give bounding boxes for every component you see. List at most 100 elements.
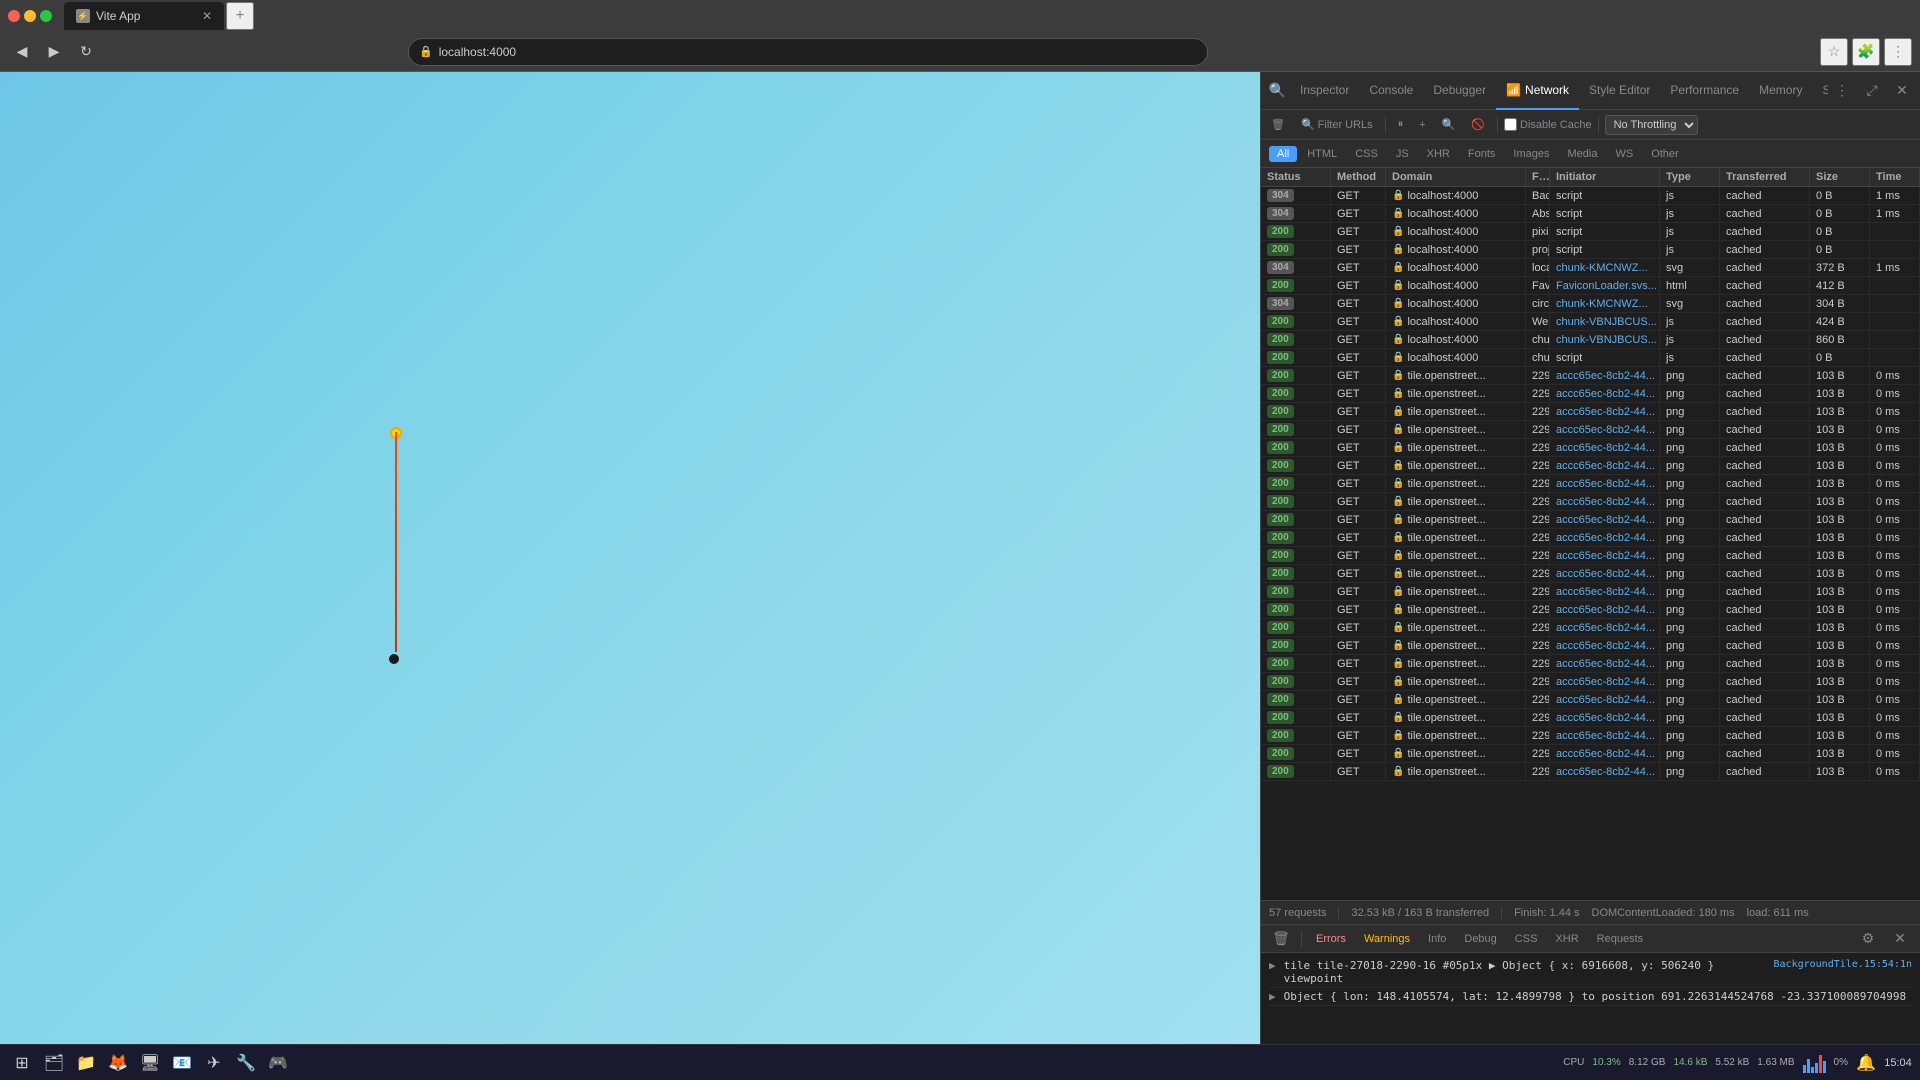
table-row[interactable]: 200 GET 🔒 tile.openstreet... 2293.png ac… xyxy=(1261,565,1920,583)
forward-button[interactable]: ▶ xyxy=(40,38,68,66)
tab-performance[interactable]: Performance xyxy=(1660,72,1749,110)
taskbar-tools-icon[interactable]: 🔧 xyxy=(232,1049,260,1077)
initiator-link[interactable]: accc65ec-8cb2-44... xyxy=(1556,388,1655,400)
taskbar-terminal-icon[interactable]: 🖥 xyxy=(136,1049,164,1077)
table-row[interactable]: 200 GET 🔒 localhost:4000 proj4.js?v=118f… xyxy=(1261,241,1920,259)
table-row[interactable]: 304 GET 🔒 localhost:4000 BackgroundTile.… xyxy=(1261,187,1920,205)
table-row[interactable]: 200 GET 🔒 tile.openstreet... 2291.png ac… xyxy=(1261,385,1920,403)
table-row[interactable]: 200 GET 🔒 tile.openstreet... 2293.png ac… xyxy=(1261,529,1920,547)
console-source-1[interactable]: BackgroundTile.15:54:1n xyxy=(1774,959,1912,970)
pause-button[interactable]: ⏸ xyxy=(1392,116,1410,133)
initiator-link[interactable]: accc65ec-8cb2-44... xyxy=(1556,568,1655,580)
table-row[interactable]: 200 GET 🔒 tile.openstreet... 2290.png ac… xyxy=(1261,367,1920,385)
filter-tab-xhr[interactable]: XHR xyxy=(1419,146,1458,162)
initiator-link[interactable]: accc65ec-8cb2-44... xyxy=(1556,640,1655,652)
new-tab-button[interactable]: + xyxy=(226,2,254,30)
tab-console[interactable]: Console xyxy=(1359,72,1423,110)
table-row[interactable]: 200 GET 🔒 localhost:4000 WebGLRenderer-K… xyxy=(1261,313,1920,331)
table-row[interactable]: 200 GET 🔒 tile.openstreet... 2292.png ac… xyxy=(1261,547,1920,565)
active-tab[interactable]: ⚡ Vite App ✕ xyxy=(64,2,224,30)
disable-cache-toggle[interactable]: Disable Cache xyxy=(1504,118,1592,131)
extensions-button[interactable]: 🧩 xyxy=(1852,38,1880,66)
initiator-link[interactable]: accc65ec-8cb2-44... xyxy=(1556,604,1655,616)
expand-icon-2[interactable]: ▶ xyxy=(1269,990,1276,1003)
initiator-link[interactable]: accc65ec-8cb2-44... xyxy=(1556,442,1655,454)
table-row[interactable]: 200 GET 🔒 tile.openstreet... 2293.png ac… xyxy=(1261,637,1920,655)
menu-button[interactable]: ⋮ xyxy=(1884,38,1912,66)
taskbar-mail-icon[interactable]: 📧 xyxy=(168,1049,196,1077)
console-tab-css[interactable]: CSS xyxy=(1507,931,1546,947)
initiator-link[interactable]: FaviconLoader.svs... xyxy=(1556,280,1657,292)
table-row[interactable]: 200 GET 🔒 tile.openstreet... 2292.png ac… xyxy=(1261,493,1920,511)
devtools-more-button[interactable]: ⋮ xyxy=(1828,77,1856,105)
devtools-inspector-icon[interactable]: 🔍 xyxy=(1265,77,1290,105)
initiator-link[interactable]: accc65ec-8cb2-44... xyxy=(1556,586,1655,598)
tab-close-button[interactable]: ✕ xyxy=(202,9,212,23)
table-row[interactable]: 200 GET 🔒 tile.openstreet... 2293.png ac… xyxy=(1261,421,1920,439)
table-row[interactable]: 200 GET 🔒 localhost:4000 chunk-KL4G23MSJ… xyxy=(1261,331,1920,349)
disable-cache-checkbox[interactable] xyxy=(1504,118,1517,131)
table-row[interactable]: 200 GET 🔒 tile.openstreet... 2292.png ac… xyxy=(1261,655,1920,673)
console-tab-requests[interactable]: Requests xyxy=(1589,931,1651,947)
initiator-link[interactable]: accc65ec-8cb2-44... xyxy=(1556,658,1655,670)
filter-network-button[interactable]: 🔍 Filter URLs xyxy=(1295,116,1379,133)
initiator-link[interactable]: accc65ec-8cb2-44... xyxy=(1556,622,1655,634)
console-tab-errors[interactable]: Errors xyxy=(1308,931,1354,947)
table-row[interactable]: 304 GET 🔒 localhost:4000 circle.svg chun… xyxy=(1261,295,1920,313)
console-tab-debug[interactable]: Debug xyxy=(1456,931,1504,947)
initiator-link[interactable]: accc65ec-8cb2-44... xyxy=(1556,550,1655,562)
initiator-link[interactable]: chunk-KMCNWZ... xyxy=(1556,298,1648,310)
filter-tab-fonts[interactable]: Fonts xyxy=(1460,146,1504,162)
taskbar-files-icon[interactable]: 🗂 xyxy=(40,1049,68,1077)
table-row[interactable]: 200 GET 🔒 tile.openstreet... 2290.png ac… xyxy=(1261,763,1920,781)
table-row[interactable]: 200 GET 🔒 localhost:4000 FaviconLoader.s… xyxy=(1261,277,1920,295)
expand-icon-1[interactable]: ▶ xyxy=(1269,959,1276,972)
table-row[interactable]: 200 GET 🔒 tile.openstreet... 2291.png ac… xyxy=(1261,511,1920,529)
console-tab-xhr[interactable]: XHR xyxy=(1547,931,1586,947)
table-row[interactable]: 200 GET 🔒 tile.openstreet... 2290.png ac… xyxy=(1261,619,1920,637)
table-row[interactable]: 200 GET 🔒 tile.openstreet... 2291.png ac… xyxy=(1261,673,1920,691)
taskbar-chat-icon[interactable]: ✈ xyxy=(200,1049,228,1077)
table-row[interactable]: 200 GET 🔒 tile.openstreet... 2291.png ac… xyxy=(1261,439,1920,457)
taskbar-browser-icon[interactable]: 📁 xyxy=(72,1049,100,1077)
table-row[interactable]: 200 GET 🔒 tile.openstreet... 2292.png ac… xyxy=(1261,727,1920,745)
table-row[interactable]: 200 GET 🔒 tile.openstreet... 2291.png ac… xyxy=(1261,745,1920,763)
reload-button[interactable]: ↻ xyxy=(72,38,100,66)
table-row[interactable]: 200 GET 🔒 tile.openstreet... 2292.png ac… xyxy=(1261,583,1920,601)
tab-style-editor[interactable]: Style Editor xyxy=(1579,72,1660,110)
filter-tab-html[interactable]: HTML xyxy=(1299,146,1345,162)
clock-icon[interactable]: 15:04 xyxy=(1884,1049,1912,1077)
filter-tab-media[interactable]: Media xyxy=(1559,146,1605,162)
close-button[interactable] xyxy=(8,10,20,22)
taskbar-apps-button[interactable]: ⊞ xyxy=(8,1049,36,1077)
address-bar[interactable]: 🔒 localhost:4000 xyxy=(408,38,1208,66)
filter-tab-js[interactable]: JS xyxy=(1388,146,1417,162)
table-row[interactable]: 200 GET 🔒 localhost:4000 chunk-LL3SYRWli… xyxy=(1261,349,1920,367)
initiator-link[interactable]: accc65ec-8cb2-44... xyxy=(1556,478,1655,490)
initiator-link[interactable]: accc65ec-8cb2-44... xyxy=(1556,748,1655,760)
taskbar-game-icon[interactable]: 🎮 xyxy=(264,1049,292,1077)
console-tab-info[interactable]: Info xyxy=(1420,931,1454,947)
initiator-link[interactable]: accc65ec-8cb2-44... xyxy=(1556,370,1655,382)
devtools-close-button[interactable]: ✕ xyxy=(1888,77,1916,105)
console-tab-warnings[interactable]: Warnings xyxy=(1356,931,1418,947)
initiator-link[interactable]: chunk-KMCNWZ... xyxy=(1556,262,1648,274)
console-settings-button[interactable]: ⚙ xyxy=(1854,925,1882,953)
tab-memory[interactable]: Memory xyxy=(1749,72,1812,110)
filter-tab-images[interactable]: Images xyxy=(1505,146,1557,162)
table-row[interactable]: 200 GET 🔒 tile.openstreet... 2293.png ac… xyxy=(1261,475,1920,493)
initiator-link[interactable]: accc65ec-8cb2-44... xyxy=(1556,460,1655,472)
initiator-link[interactable]: accc65ec-8cb2-44... xyxy=(1556,424,1655,436)
add-filter-button[interactable]: + xyxy=(1413,117,1431,133)
initiator-link[interactable]: accc65ec-8cb2-44... xyxy=(1556,676,1655,688)
filter-tab-ws[interactable]: WS xyxy=(1607,146,1641,162)
clear-network-button[interactable]: 🗑 xyxy=(1265,116,1291,133)
table-row[interactable]: 200 GET 🔒 localhost:4000 pixi-filters.js… xyxy=(1261,223,1920,241)
console-clear-button[interactable]: 🗑 xyxy=(1267,925,1295,953)
table-row[interactable]: 200 GET 🔒 tile.openstreet... 2291.png ac… xyxy=(1261,601,1920,619)
initiator-link[interactable]: accc65ec-8cb2-44... xyxy=(1556,496,1655,508)
table-row[interactable]: 304 GET 🔒 localhost:4000 location-pin.sv… xyxy=(1261,259,1920,277)
search-requests-button[interactable]: 🔍 xyxy=(1436,116,1462,133)
filter-tab-all[interactable]: All xyxy=(1269,146,1297,162)
tab-network[interactable]: 📶 Network xyxy=(1496,72,1579,110)
